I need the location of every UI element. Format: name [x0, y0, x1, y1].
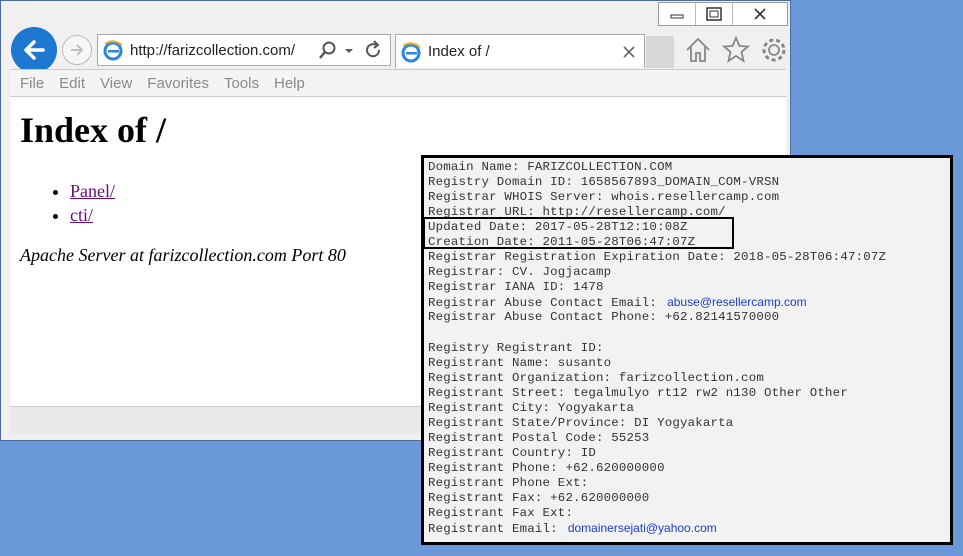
whois-registrant-email-label: Registrant Email:	[428, 522, 558, 536]
link-panel[interactable]: Panel/	[70, 181, 115, 201]
whois-line: Registrant Country: ID	[428, 446, 596, 460]
abuse-email-link[interactable]: abuse@resellercamp.com	[667, 295, 807, 309]
whois-line	[428, 325, 950, 341]
window-controls	[658, 2, 788, 26]
home-icon[interactable]	[683, 35, 713, 65]
whois-line: Domain Name: FARIZCOLLECTION.COM	[428, 160, 673, 174]
list-item: cti/	[70, 203, 115, 227]
whois-line: Registrar Registration Expiration Date: …	[428, 250, 887, 264]
search-icon[interactable]	[318, 40, 338, 60]
tab-index[interactable]: Index of /	[395, 34, 645, 68]
list-item: Panel/	[70, 179, 115, 203]
address-bar[interactable]: http://farizcollection.com/	[97, 34, 391, 66]
whois-abuse-email-label: Registrar Abuse Contact Email:	[428, 296, 658, 310]
menu-bar: File Edit View Favorites Tools Help	[10, 69, 786, 97]
whois-line: Registrant Fax Ext:	[428, 506, 574, 520]
minimize-button[interactable]	[659, 3, 696, 25]
page-title: Index of /	[20, 110, 167, 150]
directory-list: Panel/ cti/	[30, 179, 115, 227]
whois-line: Registrar Abuse Contact Phone: +62.82141…	[428, 310, 780, 324]
menu-edit[interactable]: Edit	[59, 75, 85, 92]
whois-line: Registrant Phone: +62.620000000	[428, 461, 665, 475]
whois-line: Registrant Email: domainersejati@yahoo.co…	[428, 521, 950, 536]
close-icon	[754, 8, 766, 20]
menu-view[interactable]: View	[100, 75, 132, 92]
ie-logo-icon	[401, 41, 421, 62]
forward-button[interactable]	[62, 35, 92, 65]
settings-gear-icon[interactable]	[759, 35, 789, 65]
minimize-icon	[670, 14, 684, 19]
forward-arrow-icon	[71, 44, 84, 56]
whois-line: Registrant Postal Code: 55253	[428, 431, 650, 445]
registrant-email-link[interactable]: domainersejati@yahoo.com	[568, 521, 717, 535]
favorites-star-icon[interactable]	[721, 35, 751, 65]
whois-panel: Domain Name: FARIZCOLLECTION.COM Registr…	[421, 155, 953, 545]
date-highlight-box	[423, 217, 734, 249]
whois-line: Registrar IANA ID: 1478	[428, 280, 604, 294]
whois-line: Registrant State/Province: DI Yogyakarta	[428, 416, 734, 430]
whois-line: Registrant Fax: +62.620000000	[428, 491, 650, 505]
menu-tools[interactable]: Tools	[224, 75, 259, 92]
ie-logo-icon	[103, 40, 123, 61]
refresh-icon[interactable]	[362, 39, 384, 61]
close-tab-icon[interactable]	[622, 45, 636, 59]
whois-line: Registry Domain ID: 1658567893_DOMAIN_CO…	[428, 175, 780, 189]
back-button[interactable]	[11, 27, 57, 73]
whois-line: Registry Registrant ID:	[428, 341, 604, 355]
whois-line: Registrant Phone Ext:	[428, 476, 589, 490]
whois-line: Registrant Organization: farizcollection…	[428, 371, 764, 385]
whois-line: Registrar: CV. Jogjacamp	[428, 265, 612, 279]
dropdown-icon[interactable]	[342, 40, 356, 60]
server-signature: Apache Server at farizcollection.com Por…	[20, 245, 346, 265]
new-tab-button[interactable]	[646, 36, 674, 68]
whois-line: Registrant Street: tegalmulyo rt12 rw2 n…	[428, 386, 848, 400]
back-arrow-icon	[24, 40, 45, 60]
tab-title: Index of /	[428, 43, 490, 60]
whois-line: Registrant City: Yogyakarta	[428, 401, 635, 415]
whois-line: Registrar WHOIS Server: whois.resellerca…	[428, 190, 780, 204]
toolbar-icons	[683, 35, 789, 65]
close-button[interactable]	[733, 3, 787, 25]
address-url[interactable]: http://farizcollection.com/	[130, 42, 318, 59]
menu-favorites[interactable]: Favorites	[147, 75, 209, 92]
whois-line: Registrant Name: susanto	[428, 356, 612, 370]
maximize-button[interactable]	[696, 3, 733, 25]
whois-line: Registrar Abuse Contact Email: abuse@rese…	[428, 295, 950, 310]
link-cti[interactable]: cti/	[70, 205, 93, 225]
maximize-icon	[706, 7, 722, 21]
menu-help[interactable]: Help	[274, 75, 305, 92]
menu-file[interactable]: File	[20, 75, 44, 92]
